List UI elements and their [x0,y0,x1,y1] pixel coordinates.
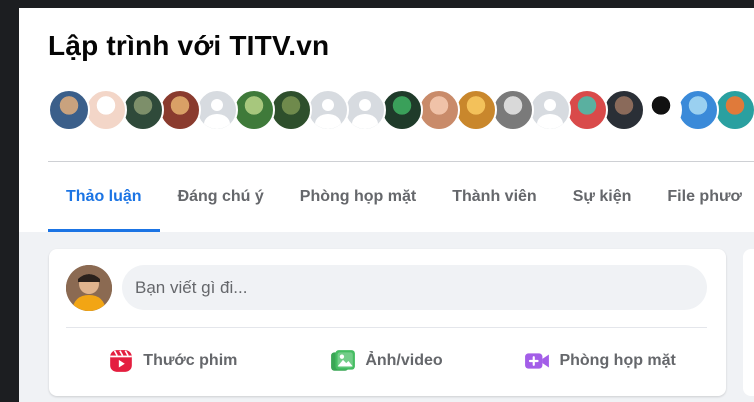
avatar[interactable] [66,265,112,311]
photo-video-button[interactable]: Ảnh/video [280,335,494,387]
member-avatar[interactable] [566,89,608,131]
member-avatar[interactable] [48,89,90,131]
member-avatar[interactable] [344,89,386,131]
member-avatar[interactable] [455,89,497,131]
group-tabs: Thảo luận Đáng chú ý Phòng họp mặt Thành… [48,164,754,232]
group-page: Lập trình với TITV.vn Thảo luận Đáng chú… [19,8,754,402]
header-divider [48,161,754,162]
member-avatar[interactable] [196,89,238,131]
photo-video-icon [331,350,356,371]
tab-events[interactable]: Sự kiện [555,164,650,232]
member-avatar[interactable] [492,89,534,131]
reel-label: Thước phim [143,352,238,369]
room-label: Phòng họp mặt [559,352,676,369]
member-avatar[interactable] [418,89,460,131]
group-title[interactable]: Lập trình với TITV.vn [48,30,329,62]
member-avatar[interactable] [603,89,645,131]
member-avatar[interactable] [122,89,164,131]
member-avatar[interactable] [640,89,682,131]
video-room-icon [525,353,550,369]
member-avatar[interactable] [381,89,423,131]
member-avatar[interactable] [714,89,754,131]
member-avatar[interactable] [159,89,201,131]
tab-files[interactable]: File phươ [649,164,754,232]
member-avatar[interactable] [233,89,275,131]
room-button[interactable]: Phòng họp mặt [493,335,707,387]
member-avatar[interactable] [307,89,349,131]
tab-rooms[interactable]: Phòng họp mặt [282,164,434,232]
member-avatar[interactable] [529,89,571,131]
tab-members[interactable]: Thành viên [434,164,554,232]
user-photo-icon [66,265,112,311]
tab-featured[interactable]: Đáng chú ý [160,164,282,232]
member-avatar[interactable] [85,89,127,131]
post-composer: Bạn viết gì đi... Thước phim Ảnh/video P… [49,249,726,396]
reel-button[interactable]: Thước phim [66,335,280,387]
post-input[interactable]: Bạn viết gì đi... [122,265,707,310]
composer-actions: Thước phim Ảnh/video Phòng họp mặt [66,335,707,387]
member-avatars[interactable] [48,89,754,131]
feed-area: Bạn viết gì đi... Thước phim Ảnh/video P… [19,232,754,402]
member-avatar[interactable] [270,89,312,131]
photo-video-label: Ảnh/video [365,352,443,369]
member-avatar[interactable] [677,89,719,131]
composer-divider [66,327,707,328]
tab-discussion[interactable]: Thảo luận [48,164,160,232]
reel-icon [110,350,133,372]
side-card [743,249,754,396]
